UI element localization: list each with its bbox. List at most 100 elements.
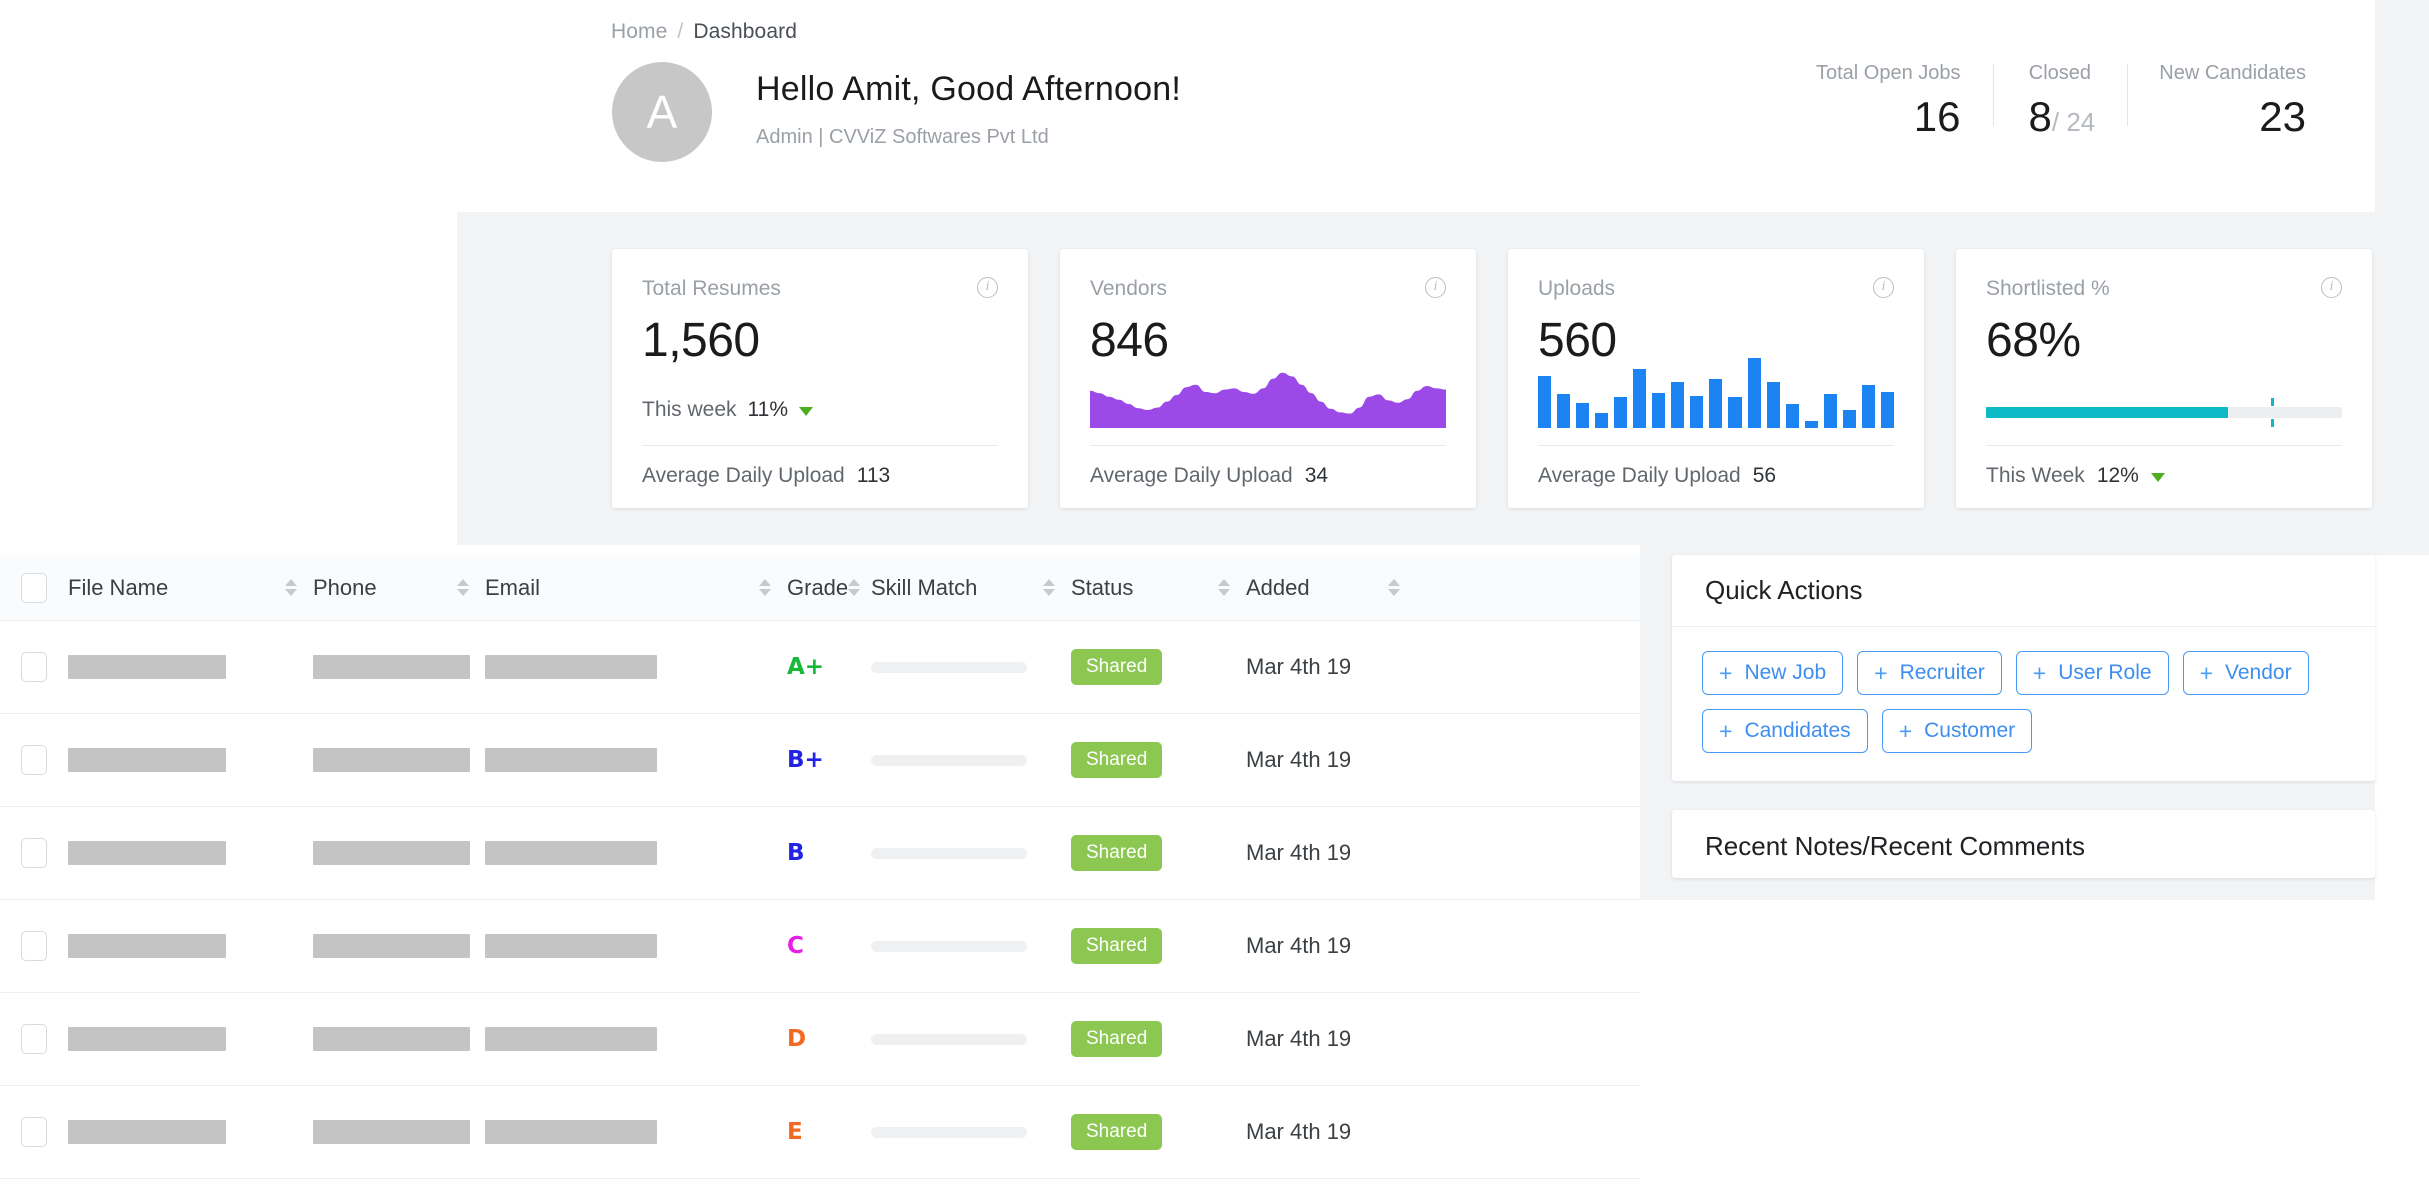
kpi-card-total-resumes[interactable]: Total Resumes i 1,560 This week 11% Aver… <box>612 249 1028 508</box>
column-label: Added <box>1246 575 1310 601</box>
info-icon[interactable]: i <box>1425 277 1446 298</box>
column-header-status[interactable]: Status <box>1071 555 1246 620</box>
cell-phone <box>313 714 485 806</box>
kpi-card-shortlisted[interactable]: Shortlisted % i 68% This Week 12% <box>1956 249 2372 508</box>
table-row[interactable]: B+SharedMar 4th 19 <box>0 714 1640 807</box>
kpi-value: 846 <box>1090 313 1446 368</box>
sort-icon[interactable] <box>1218 579 1246 596</box>
added-date: Mar 4th 19 <box>1246 1119 1351 1145</box>
redacted-phone <box>313 748 470 772</box>
cell-file-name[interactable] <box>68 714 313 806</box>
cell-email <box>485 807 787 899</box>
row-checkbox[interactable] <box>21 838 47 868</box>
cell-email <box>485 900 787 992</box>
top-stat-label: Closed <box>2025 62 2096 85</box>
cell-email <box>485 621 787 713</box>
shortlisted-progress <box>1986 402 2342 422</box>
row-checkbox[interactable] <box>21 652 47 682</box>
table-row[interactable]: A+SharedMar 4th 19 <box>0 621 1640 714</box>
row-select-cell <box>0 714 68 806</box>
cell-file-name[interactable] <box>68 993 313 1085</box>
cell-file-name[interactable] <box>68 1086 313 1178</box>
table-row[interactable]: BSharedMar 4th 19 <box>0 807 1640 900</box>
kpi-head: Uploads i <box>1538 277 1894 301</box>
top-stat-closed: Closed 8/ 24 <box>1993 62 2128 141</box>
quick-action-label: Vendor <box>2225 661 2292 685</box>
column-header-added[interactable]: Added <box>1246 555 1416 620</box>
kpi-footer-value: 56 <box>1753 464 1776 488</box>
quick-action-user-role[interactable]: +User Role <box>2016 651 2169 695</box>
upload-bar-2 <box>1576 403 1589 428</box>
row-checkbox[interactable] <box>21 1117 47 1147</box>
kpi-footer-label: Average Daily Upload <box>642 464 845 488</box>
sort-icon[interactable] <box>759 579 787 596</box>
upload-bar-18 <box>1881 392 1894 428</box>
column-label: Phone <box>313 575 377 601</box>
upload-bar-3 <box>1595 413 1608 428</box>
redacted-file-name <box>68 1027 226 1051</box>
info-icon[interactable]: i <box>977 277 998 298</box>
plus-icon: + <box>1719 720 1732 743</box>
top-stat-value: 23 <box>2159 93 2306 141</box>
cell-skill-match <box>871 1086 1071 1178</box>
kpi-trend-label: This Week <box>1986 464 2085 488</box>
column-header-file-name[interactable]: File Name <box>68 555 313 620</box>
column-header-skill-match[interactable]: Skill Match <box>871 555 1071 620</box>
kpi-card-vendors[interactable]: Vendors i 846 Average Daily Upload 34 <box>1060 249 1476 508</box>
table-row[interactable]: DSharedMar 4th 19 <box>0 993 1640 1086</box>
row-checkbox[interactable] <box>21 931 47 961</box>
select-all-checkbox[interactable] <box>21 573 47 603</box>
top-stats: Total Open Jobs 16 Closed 8/ 24 New Cand… <box>1784 62 2338 146</box>
cell-skill-match <box>871 621 1071 713</box>
cell-file-name[interactable] <box>68 900 313 992</box>
sort-icon[interactable] <box>457 579 485 596</box>
row-checkbox[interactable] <box>21 745 47 775</box>
trend-down-icon <box>2151 473 2165 482</box>
redacted-email <box>485 934 657 958</box>
sort-icon[interactable] <box>1388 579 1416 596</box>
table-row[interactable]: CSharedMar 4th 19 <box>0 900 1640 993</box>
grade-value: E <box>787 1119 803 1145</box>
redacted-phone <box>313 655 470 679</box>
row-select-cell <box>0 807 68 899</box>
sort-icon[interactable] <box>285 579 313 596</box>
kpi-footer: This Week 12% <box>1986 464 2165 488</box>
row-checkbox[interactable] <box>21 1024 47 1054</box>
kpi-value: 1,560 <box>642 313 998 368</box>
sort-icon[interactable] <box>1043 579 1071 596</box>
cell-file-name[interactable] <box>68 621 313 713</box>
quick-action-new-job[interactable]: +New Job <box>1702 651 1843 695</box>
kpi-card-uploads[interactable]: Uploads i 560 Average Daily Upload 56 <box>1508 249 1924 508</box>
column-header-email[interactable]: Email <box>485 555 787 620</box>
info-icon[interactable]: i <box>1873 277 1894 298</box>
quick-action-customer[interactable]: +Customer <box>1882 709 2032 753</box>
status-badge: Shared <box>1071 1114 1162 1150</box>
plus-icon: + <box>1719 662 1732 685</box>
top-stat-total: / 24 <box>2052 107 2095 137</box>
quick-action-recruiter[interactable]: +Recruiter <box>1857 651 2002 695</box>
kpi-trend-label: This week <box>642 398 737 422</box>
page-title: Hello Amit, Good Afternoon! <box>756 70 1181 109</box>
avatar[interactable]: A <box>612 62 712 162</box>
column-label: Grade <box>787 575 848 601</box>
info-icon[interactable]: i <box>2321 277 2342 298</box>
table-row[interactable]: E Shared Mar 4th 19 <box>0 1086 1640 1179</box>
cell-status: Shared <box>1071 714 1246 806</box>
cell-file-name[interactable] <box>68 807 313 899</box>
upload-bar-6 <box>1652 393 1665 428</box>
skill-match-bar <box>871 1127 1027 1138</box>
cell-grade: D <box>787 993 871 1085</box>
quick-action-vendor[interactable]: + Vendor <box>2183 651 2309 695</box>
column-header-phone[interactable]: Phone <box>313 555 485 620</box>
cell-grade: C <box>787 900 871 992</box>
breadcrumb-home[interactable]: Home <box>611 20 667 44</box>
quick-action-candidates[interactable]: +Candidates <box>1702 709 1868 753</box>
plus-icon: + <box>2200 662 2213 685</box>
kpi-footer-label: Average Daily Upload <box>1538 464 1741 488</box>
redacted-phone <box>313 1120 470 1144</box>
redacted-email <box>485 655 657 679</box>
redacted-file-name <box>68 934 226 958</box>
added-date: Mar 4th 19 <box>1246 747 1351 773</box>
upload-bar-17 <box>1862 385 1875 428</box>
column-header-grade[interactable]: Grade <box>787 555 871 620</box>
